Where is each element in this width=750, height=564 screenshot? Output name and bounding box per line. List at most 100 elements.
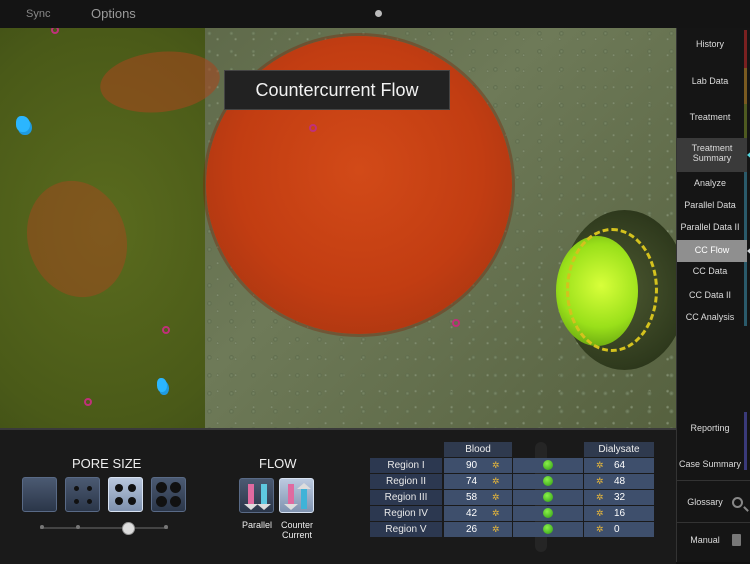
sidebar-item-label: Glossary xyxy=(687,497,723,507)
pore-hole xyxy=(170,496,181,507)
solute-particle xyxy=(84,398,92,406)
molecule-icon: ✲ xyxy=(596,508,604,518)
sidebar-item-cc-data[interactable]: CC Data xyxy=(677,266,743,276)
options-button[interactable]: Options xyxy=(91,6,136,21)
pore-size-option-2[interactable] xyxy=(65,477,100,512)
pore-hole xyxy=(128,484,136,492)
membrane-indicator-icon xyxy=(543,492,553,502)
region-label: Region V xyxy=(370,522,442,537)
dialysate-value: 16 xyxy=(614,508,626,519)
sidebar-item-cc-data-ii[interactable]: CC Data II xyxy=(677,290,743,300)
sidebar-item-label: CC Flow xyxy=(694,245,730,255)
pore-size-option-1[interactable] xyxy=(22,477,57,512)
sidebar-item-treatment-summary[interactable]: Treatment Summary xyxy=(677,138,750,172)
sidebar-item-parallel-data[interactable]: Parallel Data xyxy=(677,200,743,210)
dialysate-value: 64 xyxy=(614,460,626,471)
counter-current-label-2: Current xyxy=(281,530,312,540)
sidebar-item-treatment[interactable]: Treatment xyxy=(677,112,743,122)
arrow-up-icon xyxy=(297,483,311,509)
section-bar xyxy=(744,412,747,470)
pore-hole xyxy=(87,499,92,504)
blood-value: 90 xyxy=(466,460,478,471)
glossary-button[interactable]: Glossary xyxy=(677,497,733,507)
solute-particle xyxy=(452,319,460,327)
pore-hole xyxy=(74,499,79,504)
blood-value: 58 xyxy=(466,492,478,503)
pore-size-option-3[interactable] xyxy=(108,477,143,512)
control-panel: PORE SIZE FLOW .a.down::after{border-top… xyxy=(0,428,676,564)
membrane-indicator-icon xyxy=(543,524,553,534)
membrane-indicator-icon xyxy=(543,508,553,518)
region-label: Region II xyxy=(370,474,442,489)
pore-size-slider[interactable] xyxy=(40,522,168,535)
sidebar-item-label: CC Data II xyxy=(688,290,731,300)
sidebar-item-label: Manual xyxy=(690,535,720,545)
sync-button[interactable]: Sync xyxy=(26,8,50,20)
divider xyxy=(677,480,750,481)
sidebar-item-cc-flow[interactable]: CC Flow xyxy=(677,240,750,262)
blood-cell: 58 ✲ xyxy=(444,490,512,505)
pore-hole xyxy=(170,482,181,493)
table-row: Region II 74 ✲ ✲ 48 xyxy=(370,474,660,489)
port-ring xyxy=(566,228,658,352)
sidebar-item-label: Treatment Summary xyxy=(691,143,733,163)
counter-current-label-1: Counter xyxy=(280,520,314,530)
sidebar-nav: History Lab Data Treatment Treatment Sum… xyxy=(676,28,750,562)
sidebar-item-cc-analysis[interactable]: CC Analysis xyxy=(677,312,743,322)
table-row: Region III 58 ✲ ✲ 32 xyxy=(370,490,660,505)
page-indicator-dot xyxy=(375,10,382,17)
molecule-icon: ✲ xyxy=(596,524,604,534)
section-bar xyxy=(744,68,747,104)
pore-hole xyxy=(156,482,167,493)
blood-cell: 42 ✲ xyxy=(444,506,512,521)
countercurrent-flow-button[interactable] xyxy=(279,478,314,513)
flow-title: FLOW xyxy=(259,456,297,471)
sidebar-item-label: CC Data xyxy=(692,266,728,276)
solute-particle xyxy=(162,326,170,334)
blood-cell: 90 ✲ xyxy=(444,458,512,473)
sidebar-item-parallel-data-ii[interactable]: Parallel Data II xyxy=(677,222,743,232)
blood-value: 26 xyxy=(466,524,478,535)
sidebar-item-lab-data[interactable]: Lab Data xyxy=(677,76,743,86)
table-row: Region V 26 ✲ ✲ 0 xyxy=(370,522,660,537)
slider-tick xyxy=(76,525,80,529)
pore-hole xyxy=(87,486,92,491)
manual-button[interactable]: Manual xyxy=(677,535,733,545)
sidebar-item-reporting[interactable]: Reporting xyxy=(677,423,743,433)
region-label: Region IV xyxy=(370,506,442,521)
sidebar-item-label: Lab Data xyxy=(691,76,729,86)
book-icon[interactable] xyxy=(732,534,741,546)
region-label: Region I xyxy=(370,458,442,473)
sidebar-item-label: Case Summary xyxy=(678,459,741,469)
dialysate-cell: ✲ 16 xyxy=(584,506,654,521)
sidebar-item-analyze[interactable]: Analyze xyxy=(677,178,743,188)
pore-hole xyxy=(115,497,123,505)
molecule-icon: ✲ xyxy=(596,492,604,502)
molecule-icon: ✲ xyxy=(492,508,500,518)
parallel-flow-button[interactable] xyxy=(239,478,274,513)
sidebar-item-label: Analyze xyxy=(693,178,727,188)
pore-hole xyxy=(128,497,136,505)
slider-tick xyxy=(164,525,168,529)
search-icon[interactable] xyxy=(732,497,743,508)
top-bar: Sync Options xyxy=(0,0,750,29)
sidebar-item-case-summary[interactable]: Case Summary xyxy=(677,459,743,469)
table-row: Region IV 42 ✲ ✲ 16 xyxy=(370,506,660,521)
parallel-label: Parallel xyxy=(241,520,272,530)
dialysate-value: 48 xyxy=(614,476,626,487)
section-bar xyxy=(744,104,747,138)
simulation-view: Countercurrent Flow xyxy=(0,28,676,428)
dialyzer-port[interactable] xyxy=(552,210,676,370)
membrane-cell xyxy=(513,458,583,473)
sidebar-item-history[interactable]: History xyxy=(677,39,743,49)
dialysate-value: 0 xyxy=(614,524,620,535)
region-label: Region III xyxy=(370,490,442,505)
sidebar-item-label: History xyxy=(695,39,724,49)
slider-knob[interactable] xyxy=(122,522,135,535)
dialysate-column-header: Dialysate xyxy=(584,442,654,457)
molecule-icon: ✲ xyxy=(492,476,500,486)
membrane-cell xyxy=(513,490,583,505)
pore-size-option-4[interactable] xyxy=(151,477,186,512)
pore-hole xyxy=(74,486,79,491)
membrane-cell xyxy=(513,506,583,521)
